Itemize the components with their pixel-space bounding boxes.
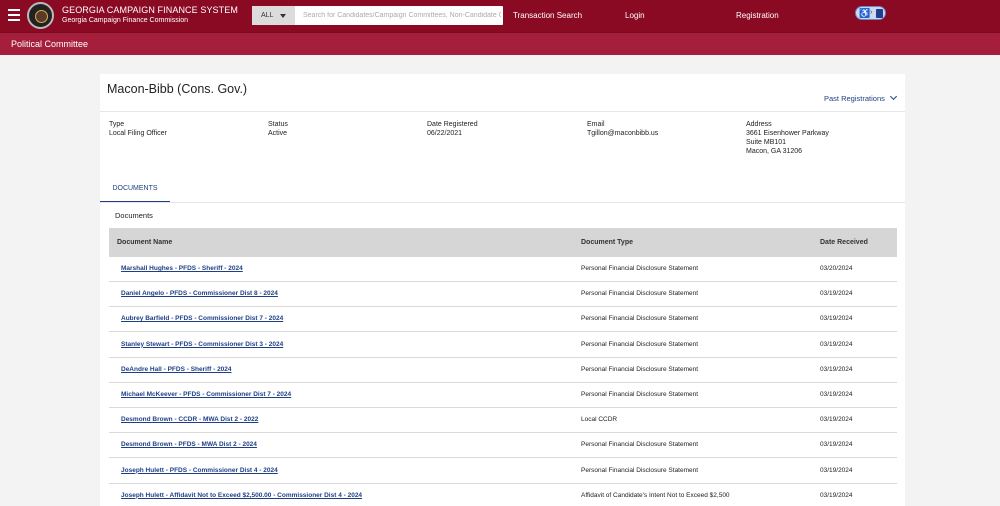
tab-divider [100, 202, 905, 203]
column-header-document-name[interactable]: Document Name [117, 239, 172, 246]
document-link[interactable]: Michael McKeever - PFDS - Commissioner D… [121, 391, 291, 398]
document-link[interactable]: Joseph Hulett - PFDS - Commissioner Dist… [121, 467, 278, 474]
search-bar: ALL [252, 6, 503, 25]
document-link[interactable]: Joseph Hulett - Affidavit Not to Exceed … [121, 492, 362, 499]
table-row: Desmond Brown - CCDR - MWA Dist 2 - 2022… [109, 408, 897, 434]
date-received: 03/19/2024 [820, 441, 853, 449]
brand-title: GEORGIA CAMPAIGN FINANCE SYSTEM [62, 5, 238, 15]
email-label: Email [587, 121, 605, 128]
type-label: Type [109, 121, 125, 128]
brand-subtitle: Georgia Campaign Finance Commission [62, 17, 189, 24]
date-received: 03/19/2024 [820, 365, 853, 373]
status-label: Status [268, 121, 288, 128]
document-link[interactable]: DeAndre Hall - PFDS - Sheriff - 2024 [121, 366, 232, 373]
address-field: Address 3661 Eisenhower Parkway Suite MB… [746, 120, 829, 156]
table-row: Marshall Hughes - PFDS - Sheriff - 2024 P… [109, 257, 897, 282]
document-link[interactable]: Desmond Brown - CCDR - MWA Dist 2 - 2022 [121, 416, 258, 423]
divider [100, 111, 905, 112]
top-navigation-bar: GEORGIA CAMPAIGN FINANCE SYSTEM Georgia … [0, 0, 1000, 32]
table-row: Desmond Brown - PFDS - MWA Dist 2 - 2024… [109, 433, 897, 459]
committee-card: Macon-Bibb (Cons. Gov.) Past Registratio… [100, 74, 905, 506]
date-received: 03/19/2024 [820, 290, 853, 298]
document-type: Personal Financial Disclosure Statement [581, 466, 699, 474]
address-line-1: 3661 Eisenhower Parkway [746, 130, 829, 137]
mobile-icon [876, 9, 883, 18]
date-received: 03/19/2024 [820, 491, 853, 499]
search-scope-value: ALL [261, 12, 274, 19]
arrow-icon: › [870, 9, 873, 16]
date-received: 03/19/2024 [820, 466, 853, 474]
type-value: Local Filing Officer [109, 130, 167, 137]
date-registered-label: Date Registered [427, 121, 478, 128]
document-type: Personal Financial Disclosure Statement [581, 391, 699, 398]
document-link[interactable]: Stanley Stewart - PFDS - Commissioner Di… [121, 341, 283, 348]
document-link[interactable]: Aubrey Barfield - PFDS - Commissioner Di… [121, 315, 283, 322]
date-received: 03/19/2024 [820, 315, 853, 323]
document-link[interactable]: Marshall Hughes - PFDS - Sheriff - 2024 [121, 265, 243, 272]
committee-name: Macon-Bibb (Cons. Gov.) [107, 82, 248, 96]
section-title: Political Committee [11, 39, 89, 49]
table-row: Joseph Hulett - PFDS - Commissioner Dist… [109, 459, 897, 484]
date-received: 03/19/2024 [820, 416, 853, 424]
address-line-3: Macon, GA 31206 [746, 148, 803, 155]
nav-login[interactable]: Login [625, 11, 645, 20]
document-type: Personal Financial Disclosure Statement [581, 441, 699, 449]
search-input[interactable] [298, 8, 501, 23]
menu-icon[interactable] [8, 9, 20, 23]
column-header-date-received[interactable]: Date Received [820, 239, 868, 246]
address-line-2: Suite MB101 [746, 139, 787, 146]
table-row: Daniel Angelo - PFDS - Commissioner Dist… [109, 282, 897, 308]
search-scope-dropdown[interactable]: ALL [252, 6, 295, 25]
document-link[interactable]: Desmond Brown - PFDS - MWA Dist 2 - 2024 [121, 441, 257, 448]
email-value: Tgillon@maconbibb.us [587, 130, 659, 137]
column-header-document-type[interactable]: Document Type [581, 239, 633, 246]
nav-registration[interactable]: Registration [736, 11, 779, 20]
caret-down-icon [280, 14, 286, 18]
georgia-seal-logo[interactable] [27, 2, 54, 29]
tab-documents[interactable]: DOCUMENTS [100, 178, 170, 203]
document-type: Personal Financial Disclosure Statement [581, 315, 699, 323]
table-row: Michael McKeever - PFDS - Commissioner D… [109, 383, 897, 408]
past-registrations-label: Past Registrations [824, 94, 885, 103]
table-row: Joseph Hulett - Affidavit Not to Exceed … [109, 484, 897, 506]
document-type: Personal Financial Disclosure Statement [581, 265, 699, 272]
document-link[interactable]: Daniel Angelo - PFDS - Commissioner Dist… [121, 290, 278, 297]
date-registered-value: 06/22/2021 [427, 130, 463, 137]
document-type: Local CCDR [581, 416, 618, 424]
table-row: DeAndre Hall - PFDS - Sheriff - 2024 Pers… [109, 358, 897, 383]
address-label: Address [746, 121, 772, 128]
nav-transaction-search[interactable]: Transaction Search [513, 11, 582, 20]
chevron-down-icon [889, 92, 897, 101]
date-received: 03/19/2024 [820, 340, 853, 348]
wheelchair-icon: ♿ [859, 8, 871, 18]
email-field: Email Tgillon@maconbibb.us [587, 120, 658, 138]
document-type: Personal Financial Disclosure Statement [581, 340, 699, 348]
past-registrations-toggle[interactable]: Past Registrations [824, 92, 897, 103]
status-field: Status Active [268, 120, 288, 138]
date-received: 03/19/2024 [820, 391, 853, 398]
date-received: 03/20/2024 [820, 265, 853, 272]
section-header-bar: Political Committee [0, 32, 1000, 55]
document-type: Affidavit of Candidate's Intent Not to E… [581, 491, 730, 499]
date-registered-field: Date Registered 06/22/2021 [427, 120, 478, 138]
status-value: Active [268, 130, 288, 137]
table-row: Aubrey Barfield - PFDS - Commissioner Di… [109, 307, 897, 333]
documents-table-header: Document Name Document Type Date Receive… [109, 228, 897, 257]
table-row: Stanley Stewart - PFDS - Commissioner Di… [109, 333, 897, 358]
type-field: Type Local Filing Officer [109, 120, 167, 138]
accessibility-button[interactable]: ♿ › [855, 6, 886, 20]
documents-section-label: Documents [115, 211, 153, 220]
document-type: Personal Financial Disclosure Statement [581, 290, 699, 298]
document-type: Personal Financial Disclosure Statement [581, 365, 699, 373]
